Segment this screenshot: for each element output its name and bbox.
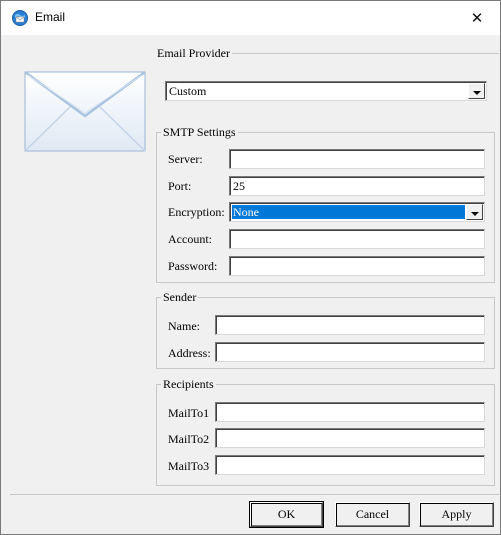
envelope-illustration xyxy=(24,71,146,152)
smtp-settings-label: SMTP Settings xyxy=(161,125,238,139)
encryption-label: Encryption: xyxy=(168,205,225,219)
close-icon: ✕ xyxy=(470,9,484,27)
email-dialog: Email ✕ Email Provider Custom SMTP Setti… xyxy=(0,0,501,535)
sender-label: Sender xyxy=(161,290,199,304)
server-input[interactable] xyxy=(229,149,485,169)
ok-button-label: OK xyxy=(277,507,296,521)
port-input[interactable] xyxy=(229,176,485,196)
sender-address-input[interactable] xyxy=(215,342,485,362)
chevron-down-icon[interactable] xyxy=(468,83,485,99)
chevron-down-icon[interactable] xyxy=(466,204,483,220)
mailto2-input[interactable] xyxy=(215,428,485,448)
encryption-value: None xyxy=(232,205,465,219)
apply-button[interactable]: Apply xyxy=(419,502,494,527)
password-input[interactable] xyxy=(229,256,485,276)
close-button[interactable]: ✕ xyxy=(454,1,500,35)
ok-button[interactable]: OK xyxy=(249,501,324,528)
email-provider-label: Email Provider xyxy=(155,46,232,60)
account-label: Account: xyxy=(168,232,212,246)
sender-address-label: Address: xyxy=(168,346,211,360)
sender-name-label: Name: xyxy=(168,319,200,333)
mailto1-label: MailTo1 xyxy=(168,406,210,420)
email-provider-select[interactable]: Custom xyxy=(165,81,487,101)
sender-name-input[interactable] xyxy=(215,315,485,335)
password-label: Password: xyxy=(168,259,218,273)
account-input[interactable] xyxy=(229,229,485,249)
encryption-select[interactable]: None xyxy=(229,202,485,222)
cancel-button[interactable]: Cancel xyxy=(335,502,410,527)
mailto3-input[interactable] xyxy=(215,455,485,475)
recipients-label: Recipients xyxy=(161,377,216,391)
globe-mail-icon xyxy=(12,10,28,26)
server-label: Server: xyxy=(168,152,203,166)
apply-button-label: Apply xyxy=(441,507,472,521)
mailto3-label: MailTo3 xyxy=(168,459,210,473)
button-divider xyxy=(10,494,499,495)
window-title: Email xyxy=(35,10,66,24)
mailto2-label: MailTo2 xyxy=(168,432,210,446)
mailto1-input[interactable] xyxy=(215,402,485,422)
email-provider-value: Custom xyxy=(169,84,207,98)
title-bar[interactable]: Email ✕ xyxy=(1,1,500,35)
cancel-button-label: Cancel xyxy=(355,507,390,521)
port-label: Port: xyxy=(168,179,192,193)
